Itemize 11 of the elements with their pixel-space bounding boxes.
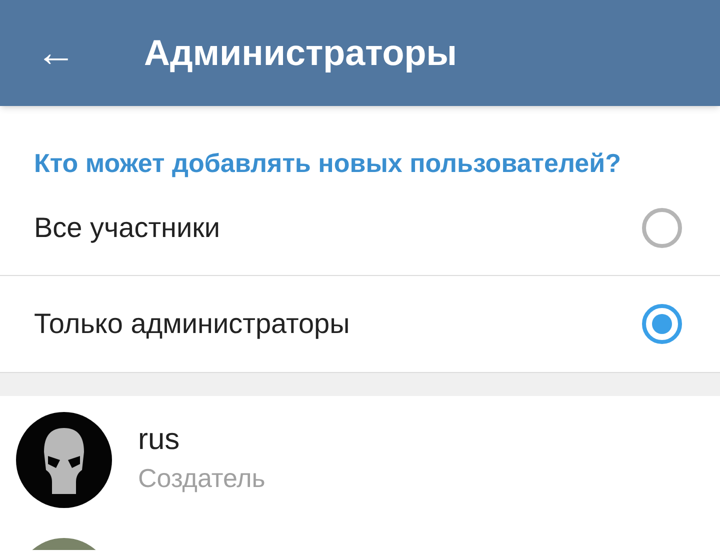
admin-role: Создатель bbox=[138, 462, 266, 495]
section-title: Кто может добавлять новых пользователей? bbox=[33, 147, 622, 180]
back-arrow[interactable]: ← bbox=[36, 33, 76, 73]
radio-option[interactable]: Все участники bbox=[0, 180, 720, 276]
admin-name: rus bbox=[138, 422, 181, 458]
screen-title: Администраторы bbox=[144, 31, 458, 75]
radio-option[interactable]: Только администраторы bbox=[0, 276, 720, 372]
radio-button[interactable] bbox=[642, 208, 682, 248]
option-label: Только администраторы bbox=[34, 307, 350, 341]
radio-button[interactable] bbox=[642, 304, 682, 344]
option-label: Все участники bbox=[34, 210, 220, 245]
